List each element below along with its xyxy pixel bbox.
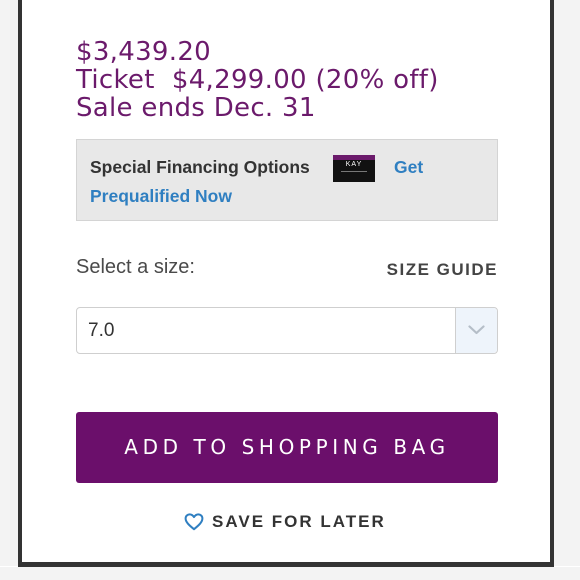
heart-outline-icon xyxy=(184,513,204,531)
save-for-later-button[interactable]: SAVE FOR LATER xyxy=(184,511,386,533)
size-selected-value: 7.0 xyxy=(88,320,115,341)
size-dropdown-toggle[interactable] xyxy=(455,308,497,353)
right-frame-border xyxy=(550,0,580,566)
card-stripe xyxy=(341,171,367,172)
financing-title: Special Financing Options xyxy=(90,157,310,177)
sale-price: $3,439.20 xyxy=(76,37,212,67)
sale-ends-text: Sale ends Dec. 31 xyxy=(76,93,316,123)
page-bottom-margin xyxy=(0,567,580,580)
left-frame-border xyxy=(0,0,22,566)
get-prequalified-link[interactable]: Get xyxy=(394,157,423,178)
price-block: $3,439.20 Ticket $4,299.00 (20% off) Sal… xyxy=(76,38,439,122)
add-to-shopping-bag-button[interactable]: ADD TO SHOPPING BAG xyxy=(76,412,498,483)
get-prequalified-link-continued[interactable]: Prequalified Now xyxy=(90,186,232,207)
select-size-label: Select a size: xyxy=(76,256,195,278)
kay-credit-card-image: KAY xyxy=(333,155,375,182)
chevron-down-icon xyxy=(468,325,485,335)
size-select[interactable]: 7.0 xyxy=(76,307,498,354)
card-brand-text: KAY xyxy=(345,161,363,168)
special-financing-box: Special Financing Options KAY Get Prequa… xyxy=(76,139,498,221)
ticket-price: Ticket $4,299.00 (20% off) xyxy=(76,65,439,95)
save-for-later-label: SAVE FOR LATER xyxy=(212,512,386,531)
size-guide-link[interactable]: SIZE GUIDE xyxy=(387,260,498,280)
